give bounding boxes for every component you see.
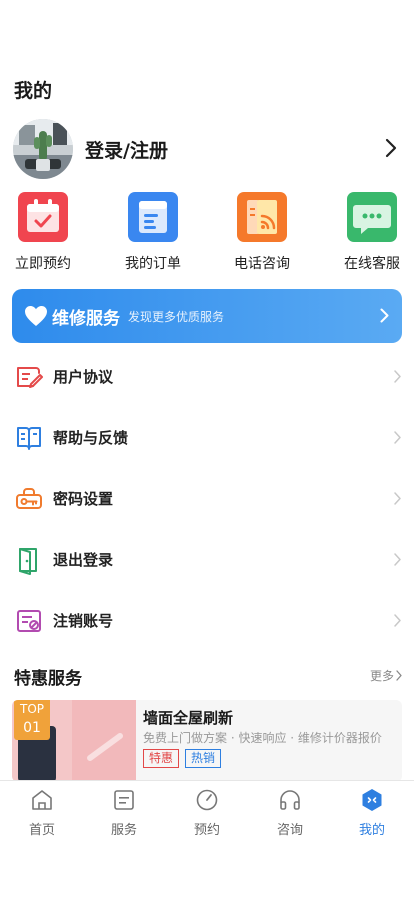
quick-actions: 立即预约 我的订单 电话咨询 在线客服 [0,192,414,276]
tab-consult[interactable]: 咨询 [260,787,320,838]
agreement-icon [17,366,43,388]
help-book-icon [17,426,41,450]
profile-row[interactable]: 登录/注册 [13,118,403,180]
chevron-right-icon [380,308,389,323]
phone-consult-icon [237,192,287,242]
banner-subtitle: 发现更多优质服务 [128,309,225,324]
tab-label: 预约 [193,823,220,838]
profile-hex-icon [362,789,382,811]
quick-action-phone-consult[interactable]: 电话咨询 [222,192,302,273]
settings-menu: 用户协议 帮助与反馈 密码设置 退出登录 注销账号 [0,346,414,651]
badge-rank-number: 01 [23,720,41,736]
chevron-right-icon [394,614,401,627]
page-title: 我的 [14,80,53,102]
quick-action-book-now[interactable]: 立即预约 [3,192,83,273]
chevron-right-icon [394,431,401,444]
chevron-right-icon [394,492,401,505]
banner-title: 维修服务 [52,308,120,329]
menu-item-help-feedback[interactable]: 帮助与反馈 [0,407,414,468]
chevron-right-icon [396,670,402,681]
avatar[interactable] [13,119,73,179]
menu-item-user-agreement[interactable]: 用户协议 [0,346,414,407]
tab-label: 咨询 [276,823,303,838]
heart-icon [25,306,47,326]
menu-item-label: 帮助与反馈 [53,429,129,447]
calendar-icon [18,192,68,242]
cancel-account-icon [17,609,41,632]
logout-door-icon [19,547,37,575]
home-icon [32,790,52,810]
tab-label: 服务 [110,823,137,838]
menu-item-logout[interactable]: 退出登录 [0,529,414,590]
headphones-icon [280,790,300,810]
menu-item-password-settings[interactable]: 密码设置 [0,468,414,529]
quick-action-label: 立即预约 [15,256,71,272]
promo-description: 免费上门做方案 · 快速响应 · 维修计价器报价 [143,731,382,745]
chevron-right-icon [385,138,397,158]
quick-action-label: 我的订单 [125,256,181,272]
tab-services[interactable]: 服务 [94,787,154,838]
menu-item-label: 用户协议 [53,368,114,386]
tab-label: 首页 [28,823,55,838]
menu-item-cancel-account[interactable]: 注销账号 [0,590,414,651]
quick-action-label: 在线客服 [344,256,400,272]
top-rank-badge: TOP 01 [14,700,50,740]
login-register-link[interactable]: 登录/注册 [85,136,168,163]
menu-item-label: 注销账号 [53,612,114,630]
tag-special-offer: 特惠 [143,749,180,768]
more-link[interactable]: 更多 [370,667,402,684]
badge-top-label: TOP [19,702,44,716]
quick-action-online-service[interactable]: 在线客服 [332,192,412,273]
repair-service-banner[interactable]: 维修服务 发现更多优质服务 [12,289,402,343]
menu-item-label: 密码设置 [53,490,114,508]
tab-label: 我的 [358,823,385,838]
more-label: 更多 [369,669,394,683]
quick-action-my-orders[interactable]: 我的订单 [113,192,193,273]
promo-tags: 特惠 热销 [143,749,227,768]
service-icon [114,790,134,810]
key-icon [16,487,42,509]
booking-dial-icon [196,789,218,811]
quick-action-label: 电话咨询 [234,256,290,272]
chat-icon [347,192,397,242]
promo-title: 墙面全屋刷新 [143,709,234,727]
menu-item-label: 退出登录 [53,551,114,569]
order-list-icon [128,192,178,242]
special-services-title: 特惠服务 [14,669,82,689]
tab-booking[interactable]: 预约 [177,787,237,838]
tab-home[interactable]: 首页 [12,787,72,838]
chevron-right-icon [394,370,401,383]
tab-mine[interactable]: 我的 [342,787,402,838]
bottom-tab-bar: 首页 服务 预约 咨询 我的 [0,780,414,897]
chevron-right-icon [394,553,401,566]
promo-card[interactable]: TOP 01 墙面全屋刷新 免费上门做方案 · 快速响应 · 维修计价器报价 特… [12,700,402,782]
tag-hot-sale: 热销 [185,749,222,768]
